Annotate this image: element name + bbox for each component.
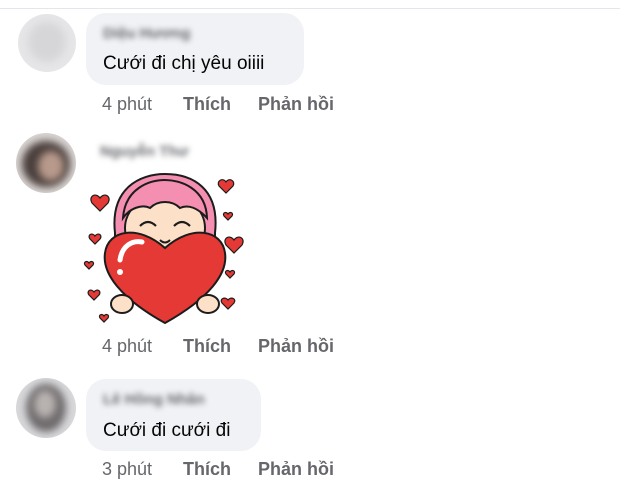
avatar[interactable] <box>18 14 76 72</box>
like-button[interactable]: Thích <box>183 336 231 357</box>
comment-time[interactable]: 4 phút <box>102 336 152 357</box>
girl-holding-heart-sticker[interactable] <box>80 168 250 328</box>
reply-button[interactable]: Phản hồi <box>258 459 334 480</box>
comment-time[interactable]: 3 phút <box>102 459 152 480</box>
hand-left <box>110 294 134 314</box>
reply-button[interactable]: Phản hồi <box>258 336 334 357</box>
comment-author[interactable]: Nguyễn Thư <box>100 143 188 160</box>
avatar[interactable] <box>16 378 76 438</box>
reply-button[interactable]: Phản hồi <box>258 94 334 115</box>
avatar[interactable] <box>16 133 76 193</box>
comment-text: Cưới đi chị yêu oiiii <box>103 53 265 74</box>
comment-author[interactable]: Lê Hồng Nhân <box>103 391 205 408</box>
like-button[interactable]: Thích <box>183 459 231 480</box>
comment-time[interactable]: 4 phút <box>102 94 152 115</box>
like-button[interactable]: Thích <box>183 94 231 115</box>
top-divider <box>0 8 620 9</box>
comment-author[interactable]: Diệu Hương <box>103 25 190 42</box>
comment-text: Cưới đi cưới đi <box>103 420 231 441</box>
hand-right <box>196 294 220 314</box>
